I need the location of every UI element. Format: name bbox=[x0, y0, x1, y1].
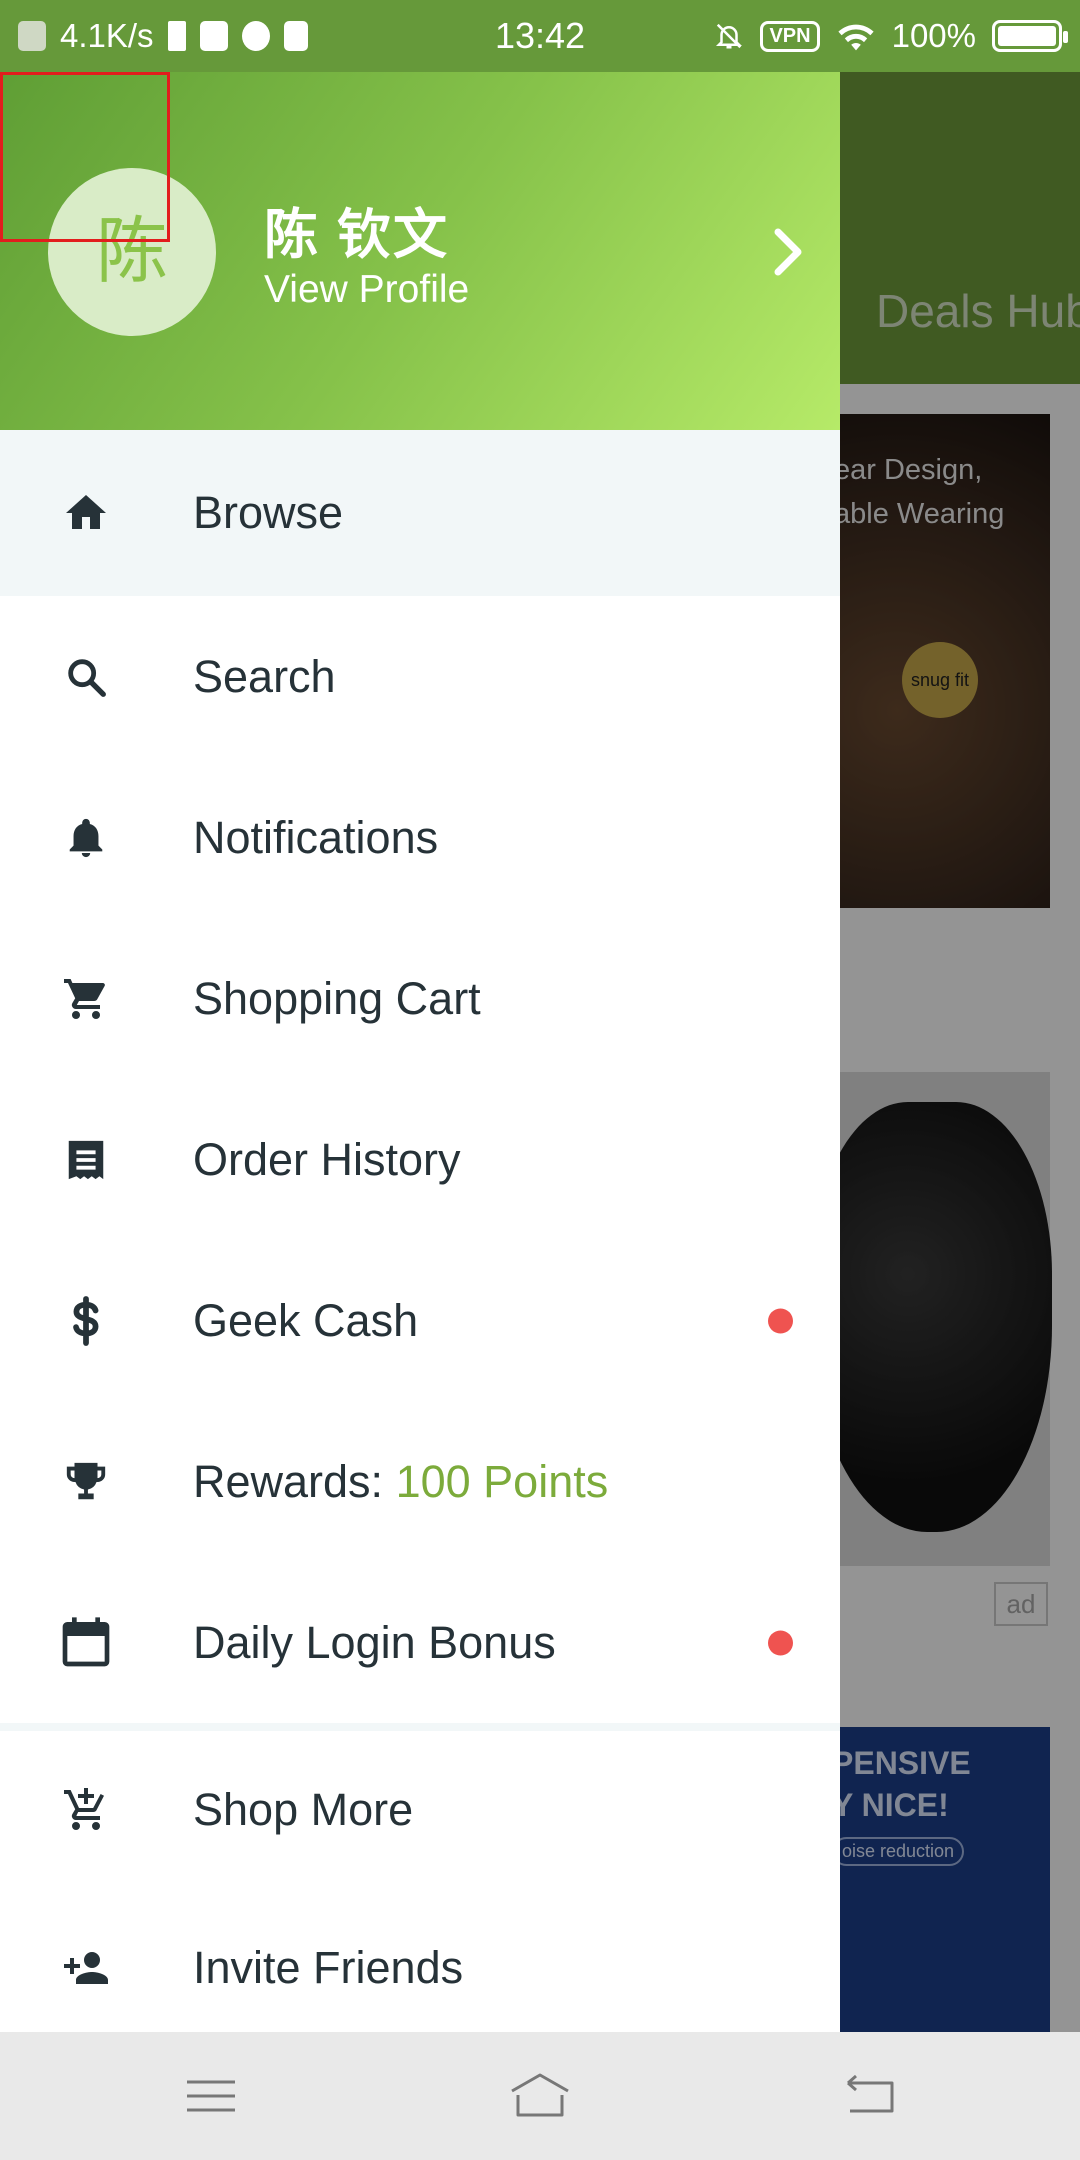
navigation-drawer: 陈 陈 钦文 View Profile Browse Search Notifi… bbox=[0, 72, 840, 2032]
drawer-menu: Browse Search Notifications Shopping Car… bbox=[0, 430, 840, 2032]
menu-item-daily-login-bonus[interactable]: Daily Login Bonus bbox=[0, 1562, 840, 1723]
menu-label-rewards: Rewards: 100 Points bbox=[193, 1456, 608, 1508]
menu-nav-button[interactable] bbox=[141, 2032, 281, 2160]
menu-label-invite-friends: Invite Friends bbox=[193, 1942, 464, 1993]
wifi-icon bbox=[837, 24, 874, 51]
menu-label-search: Search bbox=[193, 650, 336, 702]
menu-item-geek-cash[interactable]: Geek Cash bbox=[0, 1240, 840, 1401]
menu-label-shopping-cart: Shopping Cart bbox=[193, 972, 481, 1024]
add-to-cart-icon bbox=[56, 1780, 116, 1840]
silent-bell-icon bbox=[716, 23, 743, 49]
menu-label-notifications: Notifications bbox=[193, 811, 439, 863]
search-icon bbox=[56, 647, 116, 707]
menu-item-shopping-cart[interactable]: Shopping Cart bbox=[0, 918, 840, 1079]
home-nav-button[interactable] bbox=[470, 2032, 610, 2160]
menu-label-geek-cash: Geek Cash bbox=[193, 1294, 419, 1346]
menu-item-invite-friends[interactable]: Invite Friends bbox=[0, 1889, 840, 2032]
bell-icon bbox=[56, 808, 116, 868]
receipt-icon bbox=[56, 1130, 116, 1190]
cart-icon bbox=[56, 969, 116, 1029]
battery-percent: 100% bbox=[891, 17, 976, 54]
dollar-icon bbox=[56, 1291, 116, 1351]
home-outline-icon bbox=[511, 2073, 569, 2117]
menu-label-order-history: Order History bbox=[193, 1133, 461, 1185]
menu-lines-icon bbox=[187, 2080, 235, 2112]
daily-bonus-badge bbox=[768, 1630, 793, 1655]
status-bar: 4.1K/s 13:42 VPN 100% bbox=[0, 0, 1080, 72]
back-nav-button[interactable] bbox=[800, 2032, 940, 2160]
vpn-icon: VPN bbox=[760, 20, 820, 52]
highlight-box bbox=[0, 72, 170, 242]
home-icon bbox=[56, 483, 116, 543]
profile-header[interactable]: 陈 陈 钦文 View Profile bbox=[0, 72, 840, 430]
rewards-prefix: Rewards: bbox=[193, 1455, 396, 1507]
menu-item-browse[interactable]: Browse bbox=[0, 430, 840, 596]
add-person-icon bbox=[56, 1938, 116, 1998]
back-arrow-icon bbox=[847, 2074, 894, 2113]
menu-item-notifications[interactable]: Notifications bbox=[0, 757, 840, 918]
trophy-icon bbox=[56, 1452, 116, 1512]
menu-item-rewards[interactable]: Rewards: 100 Points bbox=[0, 1401, 840, 1562]
menu-item-search[interactable]: Search bbox=[0, 596, 840, 757]
rewards-points: 100 Points bbox=[395, 1455, 609, 1507]
chevron-right-icon[interactable] bbox=[764, 224, 812, 280]
menu-item-order-history[interactable]: Order History bbox=[0, 1079, 840, 1240]
view-profile-link[interactable]: View Profile bbox=[264, 268, 469, 312]
menu-label-browse: Browse bbox=[193, 487, 344, 538]
menu-label-shop-more: Shop More bbox=[193, 1784, 414, 1835]
geek-cash-badge bbox=[768, 1308, 793, 1333]
battery-icon bbox=[992, 20, 1068, 52]
menu-divider bbox=[0, 1723, 840, 1731]
calendar-icon bbox=[56, 1613, 116, 1673]
menu-item-shop-more[interactable]: Shop More bbox=[0, 1731, 840, 1889]
user-name: 陈 钦文 bbox=[264, 205, 450, 265]
system-nav-bar bbox=[0, 2032, 1080, 2160]
menu-label-daily-login-bonus: Daily Login Bonus bbox=[193, 1616, 556, 1668]
